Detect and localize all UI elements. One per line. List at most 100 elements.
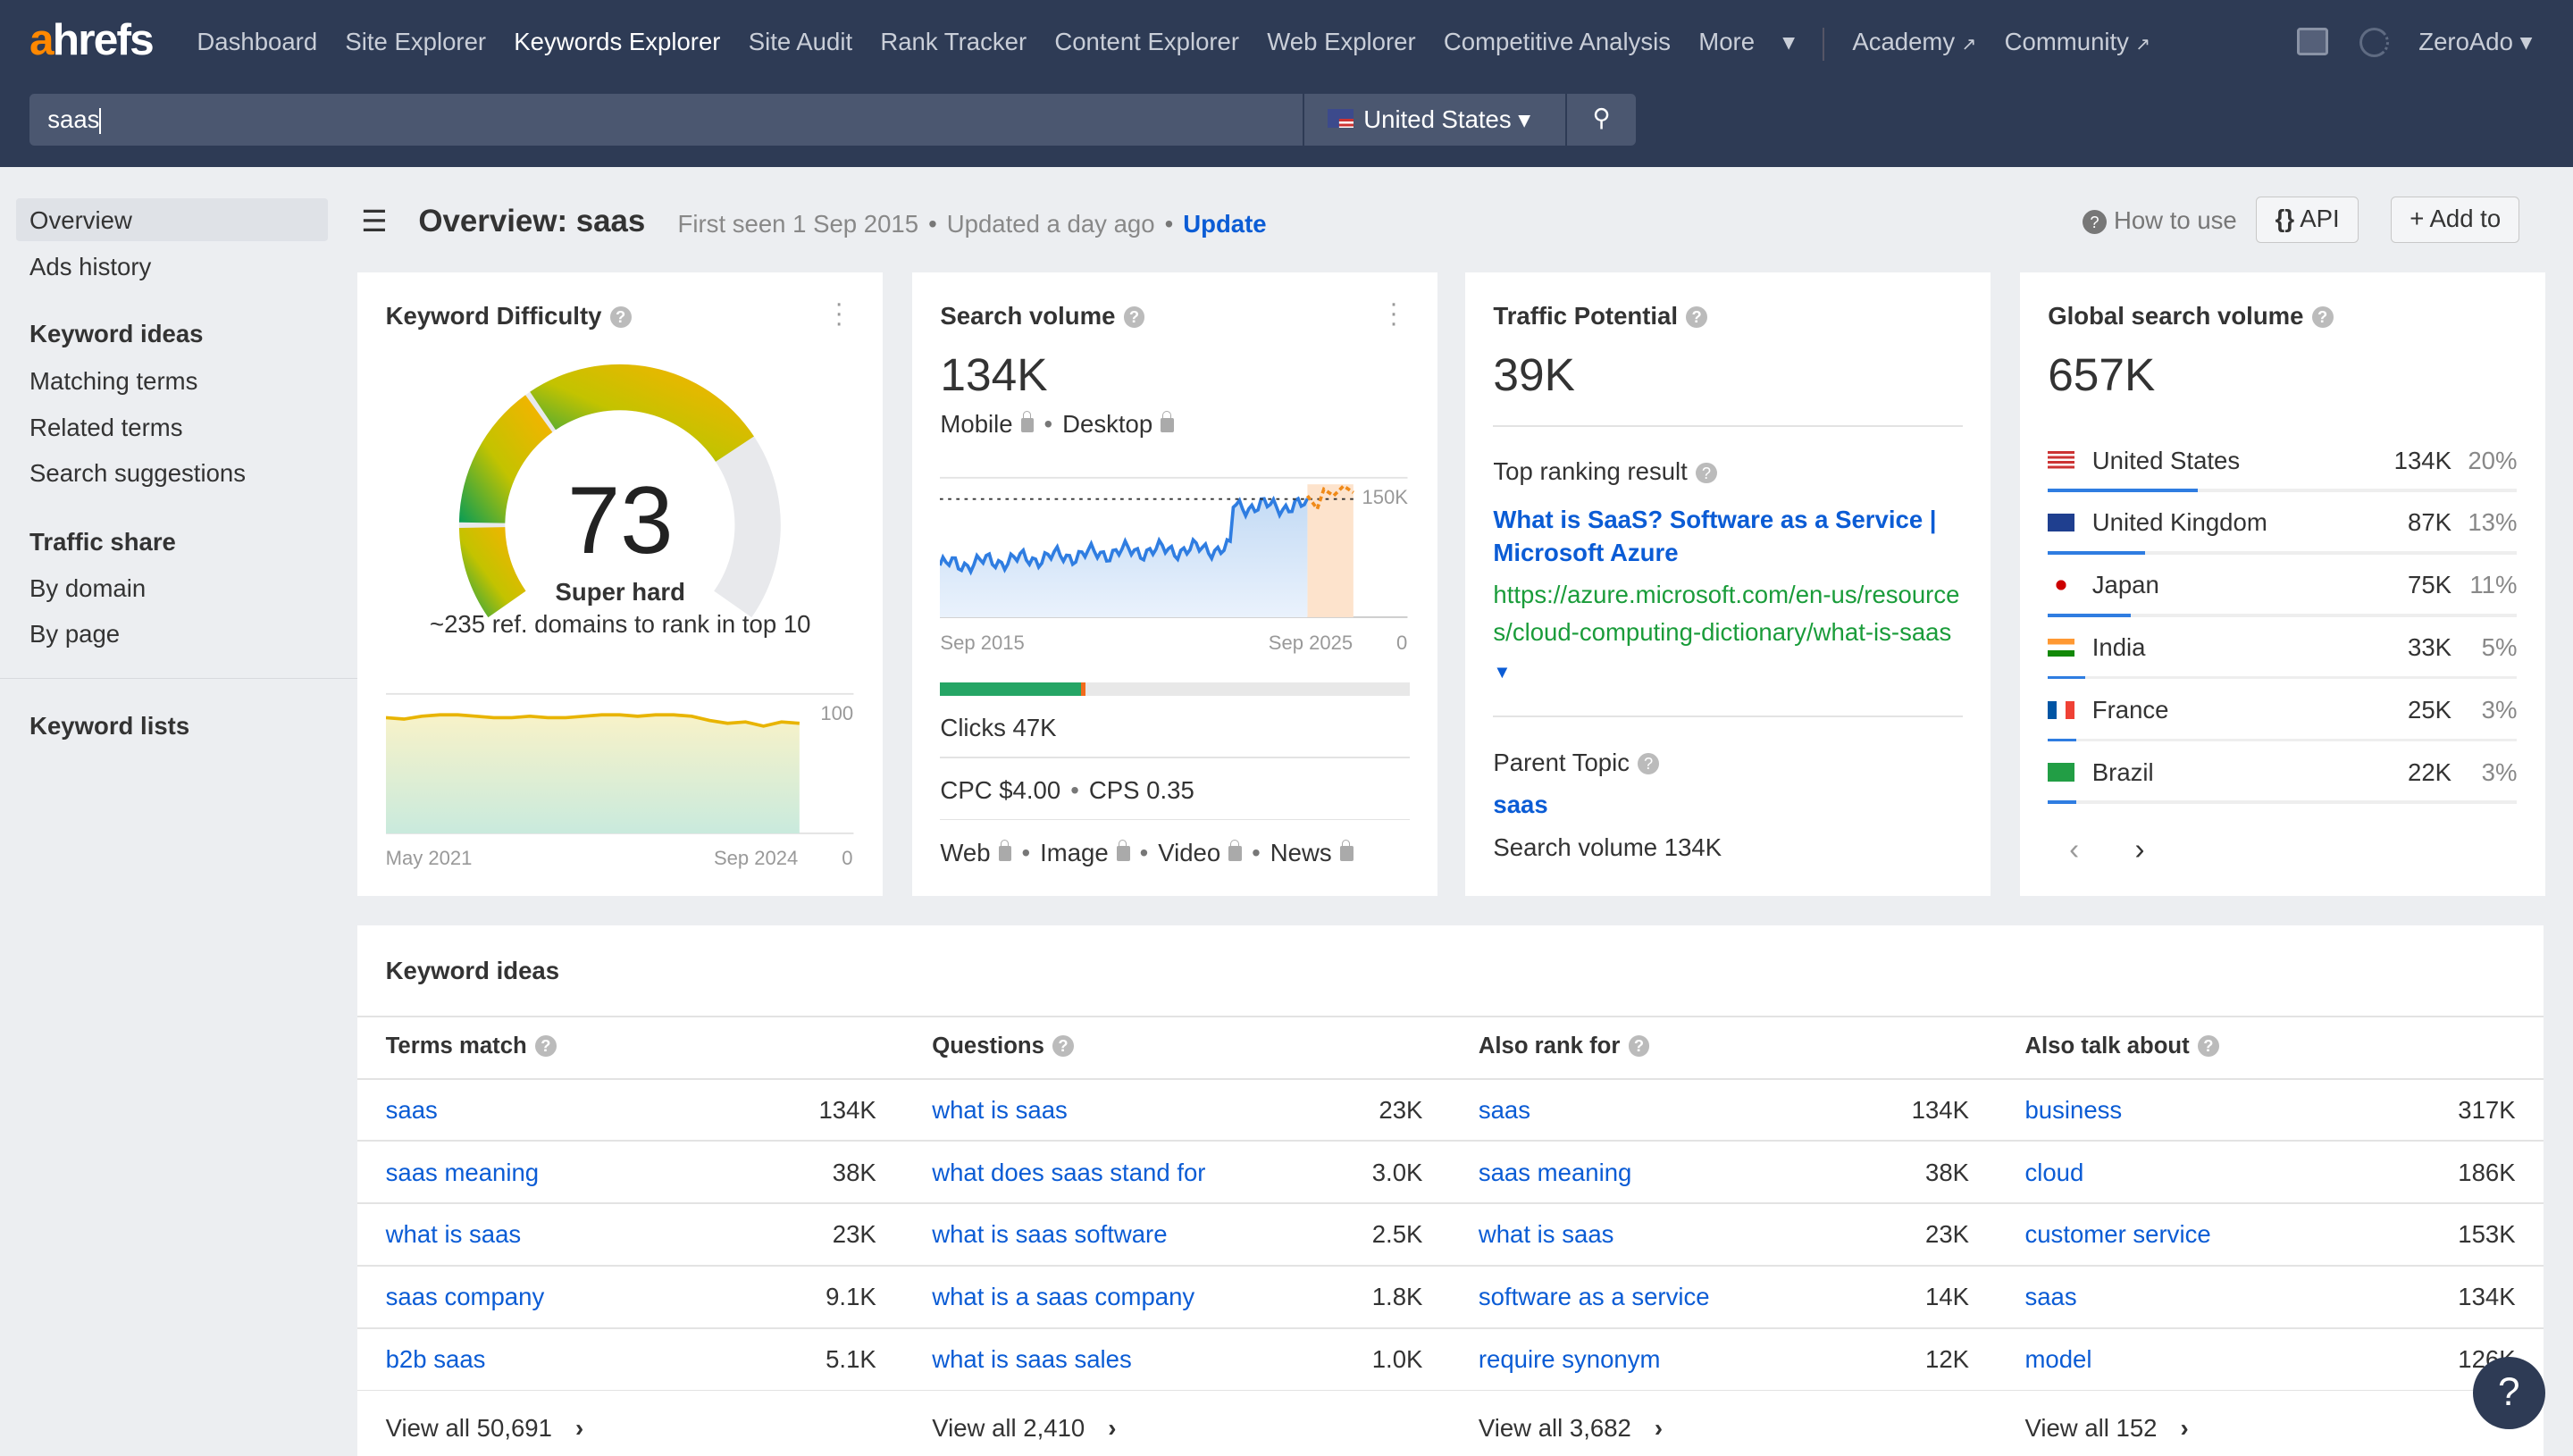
chevron-right-icon: › [1654, 1414, 1664, 1443]
help-icon[interactable]: ? [2197, 1035, 2219, 1058]
keyword-link[interactable]: business [2024, 1096, 2122, 1125]
country-share-bar [2048, 551, 2518, 555]
keyword-search-input[interactable]: saas [29, 93, 1303, 146]
update-link[interactable]: Update [1183, 210, 1266, 238]
country-share-bar [2048, 613, 2518, 617]
help-icon[interactable]: ? [1696, 462, 1717, 484]
country-share-bar [2048, 800, 2518, 804]
sidebar-item-overview[interactable]: Overview [29, 206, 132, 235]
y-max-label: 150K [1362, 485, 1408, 508]
view-all-link[interactable]: View all 2,410 › [932, 1414, 1116, 1443]
nav-web-explorer[interactable]: Web Explorer [1267, 28, 1415, 61]
country-row[interactable]: France 25K 3% [2048, 696, 2517, 724]
search-volume-value: 134K [940, 348, 1048, 401]
keyword-link[interactable]: b2b saas [386, 1345, 486, 1374]
keyword-link[interactable]: what is saas sales [932, 1345, 1132, 1374]
keyword-link[interactable]: software as a service [1479, 1283, 1710, 1311]
sv-area [940, 498, 1308, 617]
us-flag-icon [1327, 109, 1354, 128]
prev-page-button[interactable]: ‹ [2069, 833, 2079, 867]
more-options-icon[interactable]: · · · [1389, 290, 1398, 336]
search-volume-chart [940, 476, 1408, 618]
nav-keywords-explorer[interactable]: Keywords Explorer [514, 28, 720, 61]
help-icon[interactable]: ? [1123, 306, 1145, 328]
keyword-link[interactable]: saas meaning [386, 1159, 540, 1187]
help-icon[interactable]: ? [1628, 1035, 1650, 1058]
nav-academy[interactable]: Academy ↗ [1852, 28, 1976, 61]
nav-rank-tracker[interactable]: Rank Tracker [880, 28, 1027, 61]
sidebar-divider [0, 677, 358, 680]
country-row[interactable]: India 33K 5% [2048, 633, 2517, 662]
keyword-link[interactable]: what is saas software [932, 1220, 1167, 1249]
keyword-link[interactable]: saas [386, 1096, 438, 1125]
help-icon[interactable]: ? [1052, 1035, 1074, 1058]
kd-value: 73 [567, 466, 674, 573]
parent-topic-link[interactable]: saas [1493, 791, 1547, 819]
nav-content-explorer[interactable]: Content Explorer [1054, 28, 1239, 61]
help-icon[interactable]: ? [1686, 306, 1708, 328]
sidebar-item-ads-history[interactable]: Ads history [29, 253, 151, 281]
view-all-link[interactable]: View all 152 › [2024, 1414, 2188, 1443]
chevron-down-icon: ▾ [1782, 28, 1796, 56]
serp-features: Web • Image • Video • News [940, 839, 1354, 867]
country-select[interactable]: United States ▾ [1304, 93, 1566, 146]
inbox-icon[interactable] [2297, 28, 2329, 56]
country-row[interactable]: Brazil 22K 3% [2048, 758, 2517, 787]
card-title: Traffic Potential [1493, 301, 1679, 330]
keyword-link[interactable]: cloud [2024, 1159, 2083, 1187]
nav-community[interactable]: Community ↗ [2005, 28, 2151, 61]
help-icon[interactable]: ? [1638, 752, 1660, 774]
nav-dashboard[interactable]: Dashboard [197, 28, 317, 61]
keyword-row: saas meaning 38K [1478, 1158, 1970, 1187]
x-start-label: Sep 2015 [940, 632, 1025, 655]
keyword-link[interactable]: saas company [386, 1283, 545, 1311]
keyword-link[interactable]: saas [1479, 1096, 1530, 1125]
keyword-link[interactable]: saas meaning [1479, 1159, 1632, 1187]
keyword-row: what is saas sales 1.0K [932, 1345, 1423, 1374]
search-button[interactable]: ⚲ [1567, 93, 1637, 146]
keyword-link[interactable]: what does saas stand for [932, 1159, 1205, 1187]
keyword-link[interactable]: what is a saas company [932, 1283, 1194, 1311]
keyword-row: model 126K [2024, 1345, 2516, 1374]
nav-site-audit[interactable]: Site Audit [749, 28, 852, 61]
search-icon: ⚲ [1592, 103, 1611, 131]
keyword-link[interactable]: saas [2024, 1283, 2076, 1311]
ahrefs-logo[interactable]: ahrefs [29, 13, 155, 65]
sidebar-item-search-suggestions[interactable]: Search suggestions [29, 459, 246, 488]
sidebar-item-matching-terms[interactable]: Matching terms [29, 367, 197, 396]
keyword-link[interactable]: what is saas [1479, 1220, 1614, 1249]
top-result-url[interactable]: https://azure.microsoft.com/en-us/resour… [1493, 576, 1962, 692]
main-nav: Dashboard Site Explorer Keywords Explorer S… [197, 28, 2150, 61]
keyword-difficulty-card: Keyword Difficulty? · · · 73 Super hard ~2… [357, 272, 884, 896]
view-all-link[interactable]: View all 3,682 › [1479, 1414, 1663, 1443]
keyword-link[interactable]: what is saas [932, 1096, 1068, 1125]
view-all-link[interactable]: View all 50,691 › [386, 1414, 584, 1443]
sidebar-item-by-page[interactable]: By page [29, 620, 120, 649]
user-menu[interactable]: ZeroAdo ▾ [2418, 28, 2532, 56]
next-page-button[interactable]: › [2135, 833, 2145, 867]
nav-site-explorer[interactable]: Site Explorer [345, 28, 486, 61]
add-to-button[interactable]: + Add to [2391, 197, 2520, 243]
keyword-row: saas 134K [1478, 1095, 1970, 1125]
top-result-title-link[interactable]: What is SaaS? Software as a Service | Mi… [1493, 504, 1962, 569]
help-icon[interactable]: ? [2311, 306, 2334, 328]
speed-gauge-icon[interactable] [2359, 28, 2390, 58]
keyword-link[interactable]: require synonym [1479, 1345, 1661, 1374]
external-link-icon: ↗ [2135, 35, 2151, 55]
country-row[interactable]: United States 134K 20% [2048, 447, 2517, 475]
help-icon[interactable]: ? [534, 1035, 557, 1058]
api-button[interactable]: {} API [2256, 197, 2359, 243]
nav-competitive-analysis[interactable]: Competitive Analysis [1444, 28, 1671, 61]
help-chat-button[interactable]: ? [2472, 1356, 2545, 1429]
sidebar-item-related-terms[interactable]: Related terms [29, 414, 182, 442]
keyword-link[interactable]: what is saas [386, 1220, 522, 1249]
nav-more[interactable]: More [1698, 28, 1755, 61]
country-row[interactable]: Japan 75K 11% [2048, 571, 2517, 599]
hamburger-menu-icon[interactable]: ☰ [361, 204, 388, 239]
keyword-link[interactable]: model [2024, 1345, 2091, 1374]
country-row[interactable]: United Kingdom 87K 13% [2048, 508, 2517, 537]
sidebar-item-by-domain[interactable]: By domain [29, 574, 146, 603]
keyword-link[interactable]: customer service [2024, 1220, 2210, 1249]
how-to-use-link[interactable]: ? How to use [2074, 206, 2237, 235]
sidebar-item-keyword-lists[interactable]: Keyword lists [29, 712, 189, 741]
